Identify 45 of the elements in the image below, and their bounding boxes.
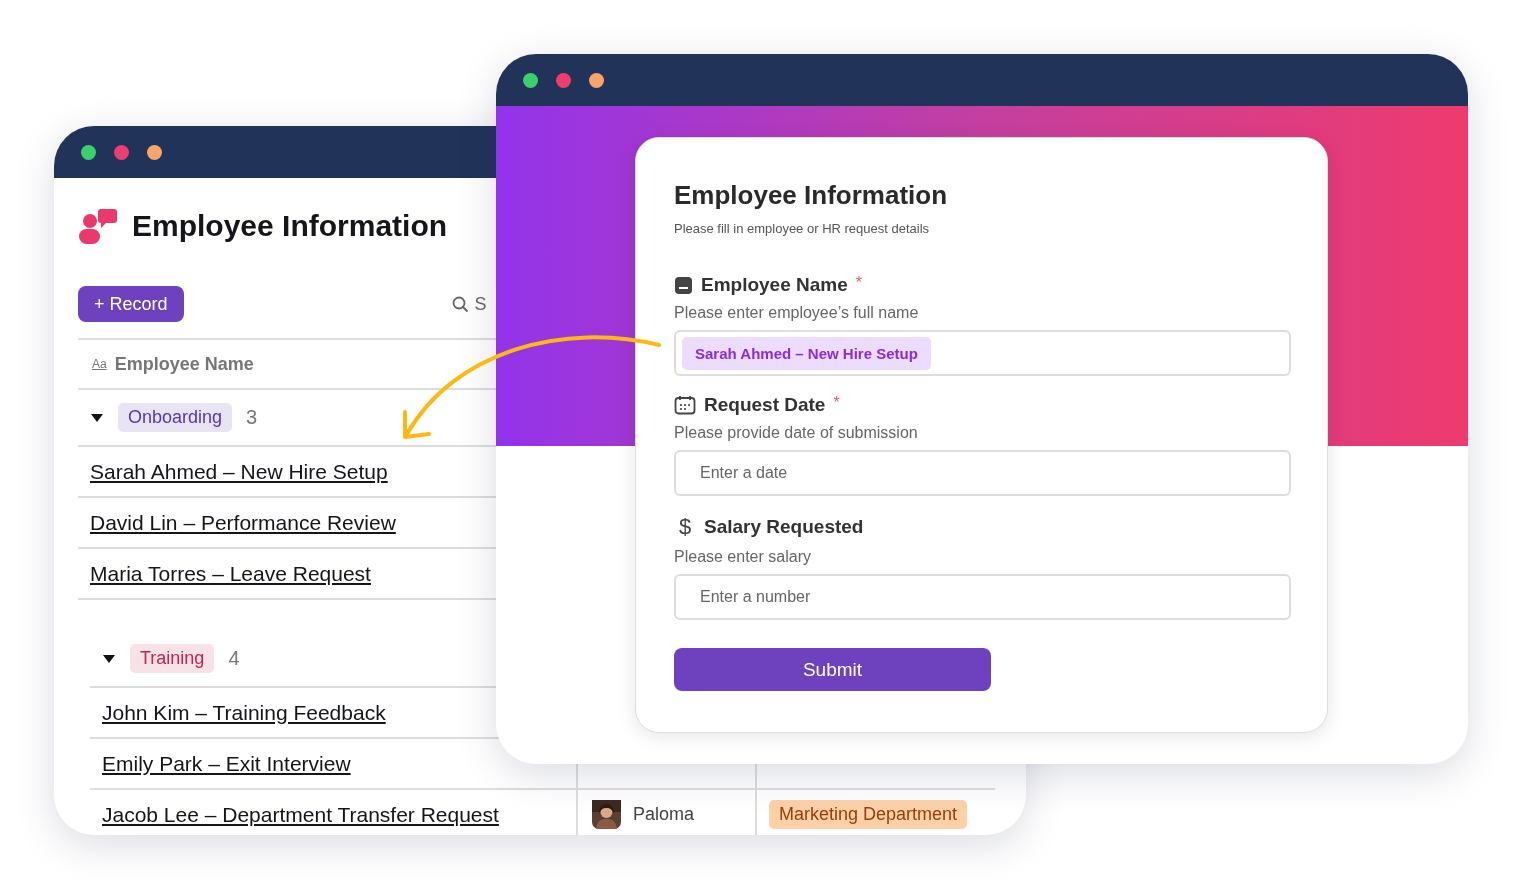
collapse-icon[interactable] xyxy=(102,653,116,664)
group-count: 4 xyxy=(228,647,240,670)
field-label: Request Date xyxy=(704,394,826,416)
field-label: Salary Requested xyxy=(704,516,864,538)
field-label: Employee Name xyxy=(701,274,848,296)
field-description: Please provide date of submission xyxy=(674,424,919,442)
window-control-icon[interactable] xyxy=(523,72,538,88)
dollar-icon: $ xyxy=(674,514,696,540)
search-field[interactable]: S xyxy=(474,293,487,315)
text-field-icon xyxy=(674,275,693,295)
window-control-icon[interactable] xyxy=(589,72,604,88)
submit-button[interactable]: Submit xyxy=(674,648,991,691)
window-control-icon[interactable] xyxy=(147,144,162,160)
record-link[interactable]: David Lin – Performance Review xyxy=(78,510,396,535)
input-field[interactable]: Sarah Ahmed – New Hire Setup xyxy=(674,330,1291,376)
record-link[interactable]: John Kim – Training Feedback xyxy=(90,700,386,725)
person-name: Paloma xyxy=(633,804,695,825)
input-field[interactable]: Enter a date xyxy=(674,450,1291,496)
department-tag: Marketing Department xyxy=(769,800,968,829)
collapse-icon[interactable] xyxy=(90,412,104,423)
search-icon[interactable] xyxy=(451,295,469,313)
calendar-icon xyxy=(674,395,696,415)
input-field[interactable]: Enter a number xyxy=(674,574,1291,620)
group-count: 3 xyxy=(246,406,258,429)
required-mark: * xyxy=(833,394,840,412)
form-subtitle: Please fill in employee or HR request details xyxy=(674,221,931,236)
add-record-button[interactable]: + Record xyxy=(78,286,184,322)
window-control-icon[interactable] xyxy=(114,144,129,160)
column-title: Employee Name xyxy=(114,353,254,375)
field-description: Please enter employee’s full name xyxy=(674,304,920,322)
group-tag: Training xyxy=(130,644,215,673)
page-title: Employee Information xyxy=(132,209,448,243)
record-chip[interactable]: Sarah Ahmed – New Hire Setup xyxy=(682,336,931,370)
group-tag: Onboarding xyxy=(118,403,233,432)
window-control-icon[interactable] xyxy=(556,72,571,88)
record-link[interactable]: Maria Torres – Leave Request xyxy=(78,561,371,586)
required-mark: * xyxy=(855,274,863,292)
text-type-icon: Aa xyxy=(92,357,107,371)
record-link[interactable]: Jacob Lee – Department Transfer Request xyxy=(90,802,499,827)
form-title: Employee Information xyxy=(674,180,949,211)
record-link[interactable]: Sarah Ahmed – New Hire Setup xyxy=(78,459,388,484)
record-link[interactable]: Emily Park – Exit Interview xyxy=(90,751,351,776)
field-description: Please enter salary xyxy=(674,548,812,566)
people-chat-icon xyxy=(78,207,118,245)
window-control-icon[interactable] xyxy=(81,144,96,160)
